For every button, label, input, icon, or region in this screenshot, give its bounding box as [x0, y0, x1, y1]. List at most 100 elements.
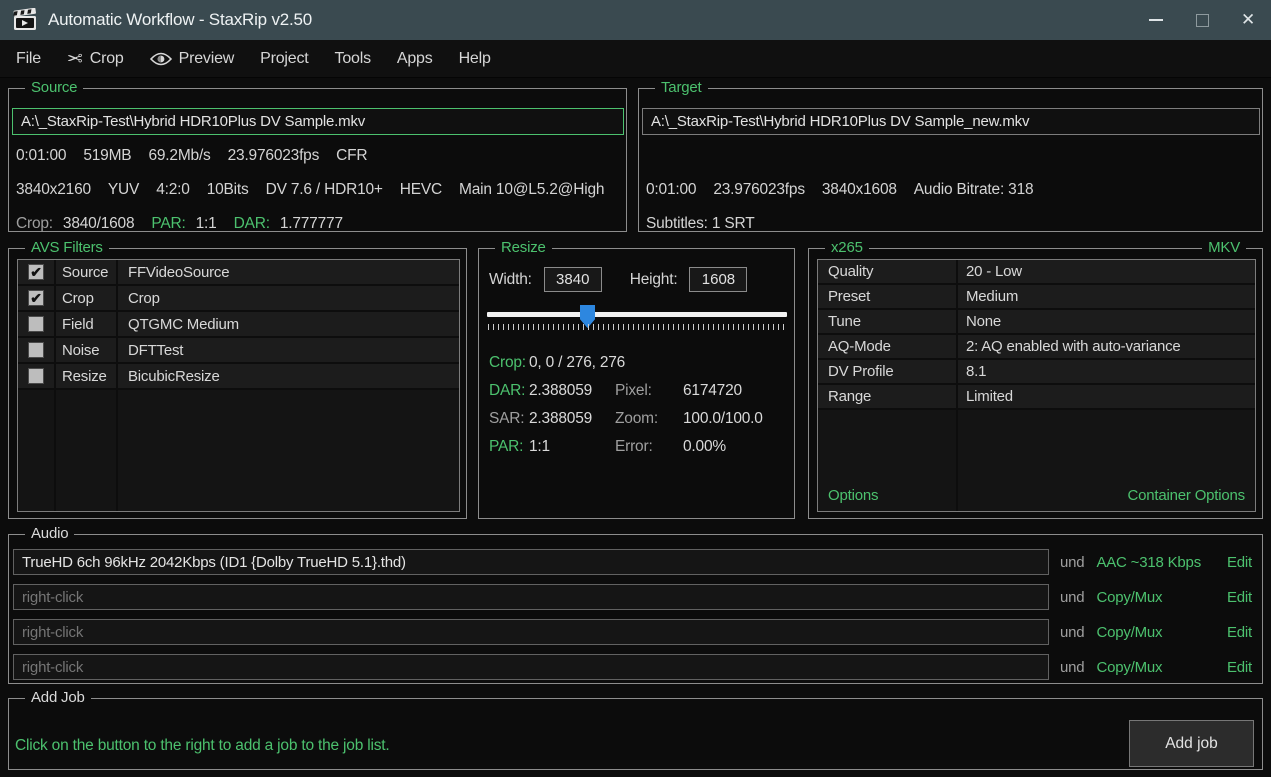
- audio-track-2-input[interactable]: right-click: [13, 584, 1049, 610]
- menu-crop[interactable]: ✂ Crop: [54, 40, 137, 77]
- source-dar-label: DAR:: [234, 215, 270, 233]
- x265-aqmode-value[interactable]: 2: AQ enabled with auto-variance: [956, 338, 1255, 355]
- source-frame-mode: CFR: [336, 147, 367, 165]
- filter-row-noise[interactable]: Noise DFTTest: [18, 338, 459, 364]
- filter-field-category: Field: [54, 316, 116, 333]
- filter-row-crop[interactable]: ✔ Crop Crop: [18, 286, 459, 312]
- menu-tools[interactable]: Tools: [322, 40, 384, 77]
- source-resolution: 3840x2160: [16, 181, 91, 199]
- menu-preview[interactable]: Preview: [137, 40, 248, 77]
- target-group: Target 0:01:00 23.976023fps 3840x1608 Au…: [638, 88, 1263, 232]
- width-label: Width:: [489, 271, 532, 289]
- x265-group: x265 MKV Quality 20 - Low Preset Medium …: [808, 248, 1263, 519]
- audio-track-4-language[interactable]: und: [1060, 659, 1084, 676]
- audio-track-4-codec-link[interactable]: Copy/Mux: [1096, 659, 1227, 676]
- x265-dvprofile-value[interactable]: 8.1: [956, 363, 1255, 380]
- staxrip-clapperboard-icon: [13, 8, 39, 32]
- filter-row-field[interactable]: Field QTGMC Medium: [18, 312, 459, 338]
- audio-track-3-codec-link[interactable]: Copy/Mux: [1096, 624, 1227, 641]
- height-input[interactable]: [689, 267, 747, 292]
- add-job-button[interactable]: Add job: [1129, 720, 1254, 767]
- filter-crop-checkbox[interactable]: ✔: [18, 290, 54, 306]
- audio-track-4-edit-link[interactable]: Edit: [1227, 659, 1252, 676]
- filter-resize-checkbox[interactable]: [18, 368, 54, 384]
- resize-crop-row: Crop: 0, 0 / 276, 276: [489, 349, 763, 377]
- resize-crop-value: 0, 0 / 276, 276: [529, 354, 625, 372]
- filter-noise-name[interactable]: DFTTest: [116, 342, 459, 359]
- filter-source-name[interactable]: FFVideoSource: [116, 264, 459, 281]
- audio-group-title: Audio: [25, 525, 74, 542]
- filter-resize-name[interactable]: BicubicResize: [116, 368, 459, 385]
- audio-track-3-input[interactable]: right-click: [13, 619, 1049, 645]
- add-job-group: Add Job Click on the button to the right…: [8, 698, 1263, 770]
- x265-range-row[interactable]: Range Limited: [818, 385, 1255, 410]
- filter-source-category: Source: [54, 264, 116, 281]
- filter-row-resize[interactable]: Resize BicubicResize: [18, 364, 459, 390]
- x265-dvprofile-row[interactable]: DV Profile 8.1: [818, 360, 1255, 385]
- menu-project[interactable]: Project: [247, 40, 321, 77]
- menu-apps[interactable]: Apps: [384, 40, 446, 77]
- x265-preset-value[interactable]: Medium: [956, 288, 1255, 305]
- menu-help-label: Help: [459, 50, 491, 68]
- x265-tune-label: Tune: [818, 313, 956, 330]
- audio-track-1-codec-link[interactable]: AAC ~318 Kbps: [1096, 554, 1227, 571]
- x265-tune-row[interactable]: Tune None: [818, 310, 1255, 335]
- audio-track-3-language[interactable]: und: [1060, 624, 1084, 641]
- source-par-label: PAR:: [151, 215, 185, 233]
- source-profile: Main 10@L5.2@High: [459, 181, 604, 199]
- audio-track-4-input[interactable]: right-click: [13, 654, 1049, 680]
- source-crop-value: 3840/1608: [63, 215, 134, 233]
- resize-slider-track[interactable]: [487, 312, 787, 317]
- audio-track-row-2: right-click und Copy/Mux Edit: [13, 584, 1256, 610]
- menu-file[interactable]: File: [0, 40, 54, 77]
- x265-range-value[interactable]: Limited: [956, 388, 1255, 405]
- audio-track-1-input[interactable]: TrueHD 6ch 96kHz 2042Kbps (ID1 {Dolby Tr…: [13, 549, 1049, 575]
- target-path-input[interactable]: [642, 108, 1260, 135]
- resize-zoom-value: 100.0/100.0: [683, 410, 763, 428]
- source-bitdepth: 10Bits: [207, 181, 249, 199]
- x265-tune-value[interactable]: None: [956, 313, 1255, 330]
- maximize-button[interactable]: [1179, 0, 1225, 40]
- source-path-input[interactable]: [12, 108, 624, 135]
- audio-track-row-4: right-click und Copy/Mux Edit: [13, 654, 1256, 680]
- titlebar: Automatic Workflow - StaxRip v2.50 ✕: [0, 0, 1271, 40]
- resize-pixel-label: Pixel:: [615, 382, 683, 400]
- filter-field-checkbox[interactable]: [18, 316, 54, 332]
- x265-aqmode-row[interactable]: AQ-Mode 2: AQ enabled with auto-variance: [818, 335, 1255, 360]
- audio-track-2-edit-link[interactable]: Edit: [1227, 589, 1252, 606]
- audio-track-row-1: TrueHD 6ch 96kHz 2042Kbps (ID1 {Dolby Tr…: [13, 549, 1256, 575]
- source-crop-pair: Crop: 3840/1608: [16, 215, 134, 233]
- source-filesize: 519MB: [83, 147, 131, 165]
- audio-track-3-edit-link[interactable]: Edit: [1227, 624, 1252, 641]
- filter-noise-checkbox[interactable]: [18, 342, 54, 358]
- x265-preset-row[interactable]: Preset Medium: [818, 285, 1255, 310]
- container-options-link[interactable]: Container Options: [1127, 487, 1245, 504]
- filter-field-name[interactable]: QTGMC Medium: [116, 316, 459, 333]
- close-button[interactable]: ✕: [1225, 0, 1271, 40]
- source-codec: HEVC: [400, 181, 442, 199]
- filter-crop-name[interactable]: Crop: [116, 290, 459, 307]
- resize-error-label: Error:: [615, 438, 683, 456]
- minimize-button[interactable]: [1133, 0, 1179, 40]
- menu-help[interactable]: Help: [446, 40, 504, 77]
- x265-quality-row[interactable]: Quality 20 - Low: [818, 260, 1255, 285]
- filter-row-source[interactable]: ✔ Source FFVideoSource: [18, 260, 459, 286]
- resize-par-value: 1:1: [529, 438, 615, 456]
- audio-track-1-language[interactable]: und: [1060, 554, 1084, 571]
- checkbox-icon: [28, 368, 44, 384]
- source-par-value: 1:1: [196, 215, 217, 233]
- resize-dar-value: 2.388059: [529, 382, 615, 400]
- source-info-line-1: 0:01:00 519MB 69.2Mb/s 23.976023fps CFR: [16, 147, 367, 165]
- x265-quality-value[interactable]: 20 - Low: [956, 263, 1255, 280]
- filter-source-checkbox[interactable]: ✔: [18, 264, 54, 280]
- resize-sar-label: SAR:: [489, 410, 529, 428]
- options-link[interactable]: Options: [828, 487, 878, 504]
- resize-dimensions-row: Width: Height:: [489, 267, 747, 292]
- x265-quality-label: Quality: [818, 263, 956, 280]
- audio-track-2-language[interactable]: und: [1060, 589, 1084, 606]
- scissors-icon: ✂: [67, 48, 83, 70]
- width-input[interactable]: [544, 267, 602, 292]
- x265-links-row: Options Container Options: [818, 487, 1255, 504]
- audio-track-1-edit-link[interactable]: Edit: [1227, 554, 1252, 571]
- audio-track-2-codec-link[interactable]: Copy/Mux: [1096, 589, 1227, 606]
